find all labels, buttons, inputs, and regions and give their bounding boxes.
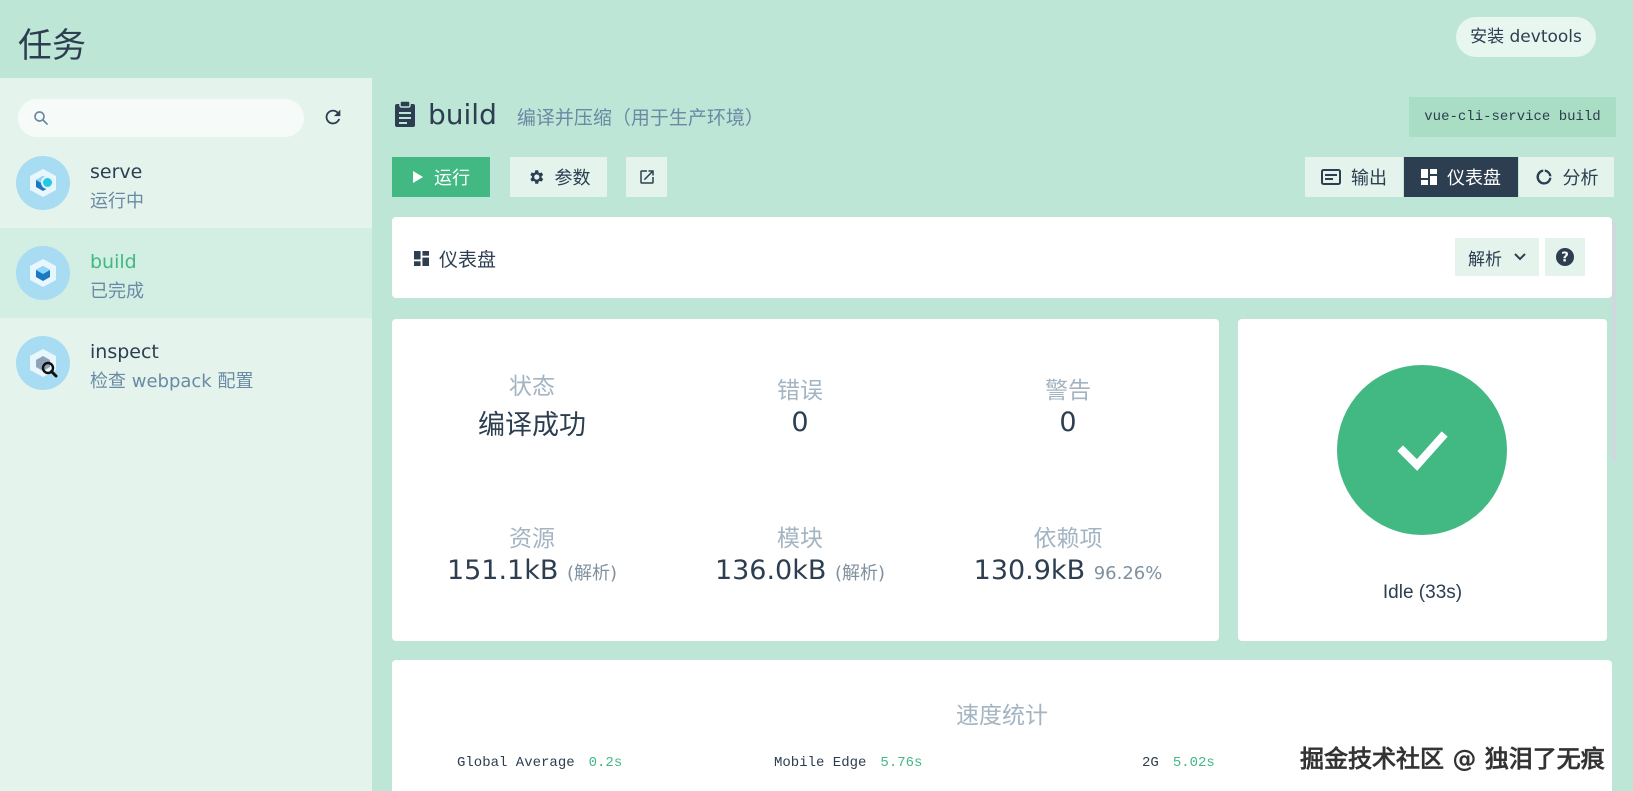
success-indicator <box>1337 365 1507 535</box>
speed-value: 0.2s <box>588 755 623 771</box>
speed-value: 5.02s <box>1172 755 1215 771</box>
stat-warnings: 警告 0 <box>948 371 1188 438</box>
dashboard-title-text: 仪表盘 <box>439 249 497 271</box>
task-name: serve <box>90 161 143 183</box>
output-label: 输出 <box>1351 168 1387 189</box>
stat-label: 依赖项 <box>1033 526 1103 552</box>
task-item-serve[interactable]: serve 运行中 <box>0 138 372 228</box>
clipboard-icon <box>395 100 415 127</box>
stat-status: 状态 编译成功 <box>412 367 652 442</box>
speed-value: 5.76s <box>880 755 923 771</box>
stat-label: 模块 <box>777 526 823 552</box>
stat-value: 136.0kB (解析) <box>680 555 920 586</box>
watermark: 掘金技术社区 @ 独泪了无痕 <box>1300 745 1605 773</box>
install-devtools-button[interactable]: 安装 devtools <box>1456 17 1596 57</box>
speed-label: Mobile Edge <box>774 755 867 771</box>
stat-label: 警告 <box>1045 378 1091 404</box>
stat-value: 151.1kB (解析) <box>412 555 652 586</box>
dashboard-icon <box>414 251 429 266</box>
stat-label: 资源 <box>509 526 555 552</box>
webpack-icon <box>16 246 70 300</box>
params-button[interactable]: 参数 <box>510 157 607 197</box>
stat-value: 0 <box>1059 407 1077 438</box>
stats-card: 状态 编译成功 错误 0 警告 0 资源 151.1kB (解析) 模块 136… <box>392 319 1219 641</box>
run-label: 运行 <box>434 168 470 189</box>
help-button[interactable]: ? <box>1545 238 1585 276</box>
speed-item: Mobile Edge 5.76s <box>774 755 922 771</box>
stat-value: 0 <box>791 407 809 438</box>
speed-item: Global Average 0.2s <box>457 755 622 771</box>
stat-label: 错误 <box>777 378 823 404</box>
gear-icon <box>529 170 543 184</box>
speed-item: 2G 5.02s <box>1142 755 1215 771</box>
task-name: inspect <box>90 341 159 363</box>
terminal-icon <box>1321 169 1341 185</box>
params-label: 参数 <box>554 168 591 189</box>
main-content: build 编译并压缩（用于生产环境） vue-cli-service buil… <box>372 78 1633 791</box>
top-bar: 任务 安装 devtools <box>0 0 1633 78</box>
stat-value: 编译成功 <box>478 410 586 441</box>
stat-errors: 错误 0 <box>680 371 920 438</box>
modules-size: 136.0kB <box>714 555 827 586</box>
speed-label: 2G <box>1142 755 1159 771</box>
sidebar: serve 运行中 build 已完成 inspect 检查 webpack 配… <box>0 78 372 791</box>
stat-value: 130.9kB 96.26% <box>948 555 1188 586</box>
task-header: build 编译并压缩（用于生产环境） <box>394 96 764 132</box>
build-status-card: Idle (33s) <box>1238 319 1607 641</box>
speed-label: Global Average <box>457 755 575 771</box>
search-icon <box>34 111 48 125</box>
deps-percent: 96.26% <box>1093 563 1163 584</box>
tab-dashboard[interactable]: 仪表盘 <box>1404 157 1518 197</box>
page-title: 任务 <box>18 26 86 66</box>
task-item-inspect[interactable]: inspect 检查 webpack 配置 <box>0 318 372 408</box>
task-description: 运行中 <box>90 191 144 212</box>
chevron-down-icon <box>1514 253 1526 261</box>
stat-label: 状态 <box>509 374 555 400</box>
mode-select[interactable]: 解析 <box>1455 238 1539 276</box>
modules-parse-link: (解析) <box>835 563 886 584</box>
speed-title: 速度统计 <box>956 703 1048 729</box>
stat-assets: 资源 151.1kB (解析) <box>412 519 652 586</box>
running-indicator <box>41 176 54 189</box>
task-subtitle: 编译并压缩（用于生产环境） <box>516 106 764 129</box>
assets-parse-link: (解析) <box>567 563 618 584</box>
task-description: 已完成 <box>90 281 144 302</box>
webpack-inspect-icon <box>16 336 70 390</box>
refresh-icon[interactable] <box>322 106 344 128</box>
stat-modules: 模块 136.0kB (解析) <box>680 519 920 586</box>
stat-dependencies: 依赖项 130.9kB 96.26% <box>948 519 1188 586</box>
checkmark-icon <box>1397 431 1448 471</box>
donut-chart-icon <box>1535 169 1551 185</box>
help-icon: ? <box>1556 248 1574 266</box>
search-input[interactable] <box>18 99 304 137</box>
assets-size: 151.1kB <box>446 555 559 586</box>
mode-select-value: 解析 <box>1468 249 1502 270</box>
command-display: vue-cli-service build <box>1409 97 1616 137</box>
tab-analyze[interactable]: 分析 <box>1519 157 1614 197</box>
tab-output[interactable]: 输出 <box>1305 157 1403 197</box>
dashboard-title: 仪表盘 <box>414 245 496 272</box>
svg-text:?: ? <box>1561 251 1569 266</box>
open-external-icon <box>639 170 654 184</box>
run-button[interactable]: 运行 <box>392 157 490 197</box>
analyze-label: 分析 <box>1562 168 1599 189</box>
task-name: build <box>90 251 137 273</box>
status-text: Idle (33s) <box>1382 582 1463 603</box>
dashboard-header-card: 仪表盘 解析 ? <box>392 217 1612 298</box>
dashboard-label: 仪表盘 <box>1447 168 1501 189</box>
open-external-button[interactable] <box>626 157 667 197</box>
task-item-build[interactable]: build 已完成 <box>0 228 372 318</box>
deps-size: 130.9kB <box>973 555 1086 586</box>
scrollbar[interactable] <box>1612 222 1616 462</box>
task-description: 检查 webpack 配置 <box>90 371 254 392</box>
task-title: build <box>428 97 497 131</box>
dashboard-icon <box>1421 169 1437 185</box>
play-icon <box>413 171 423 183</box>
